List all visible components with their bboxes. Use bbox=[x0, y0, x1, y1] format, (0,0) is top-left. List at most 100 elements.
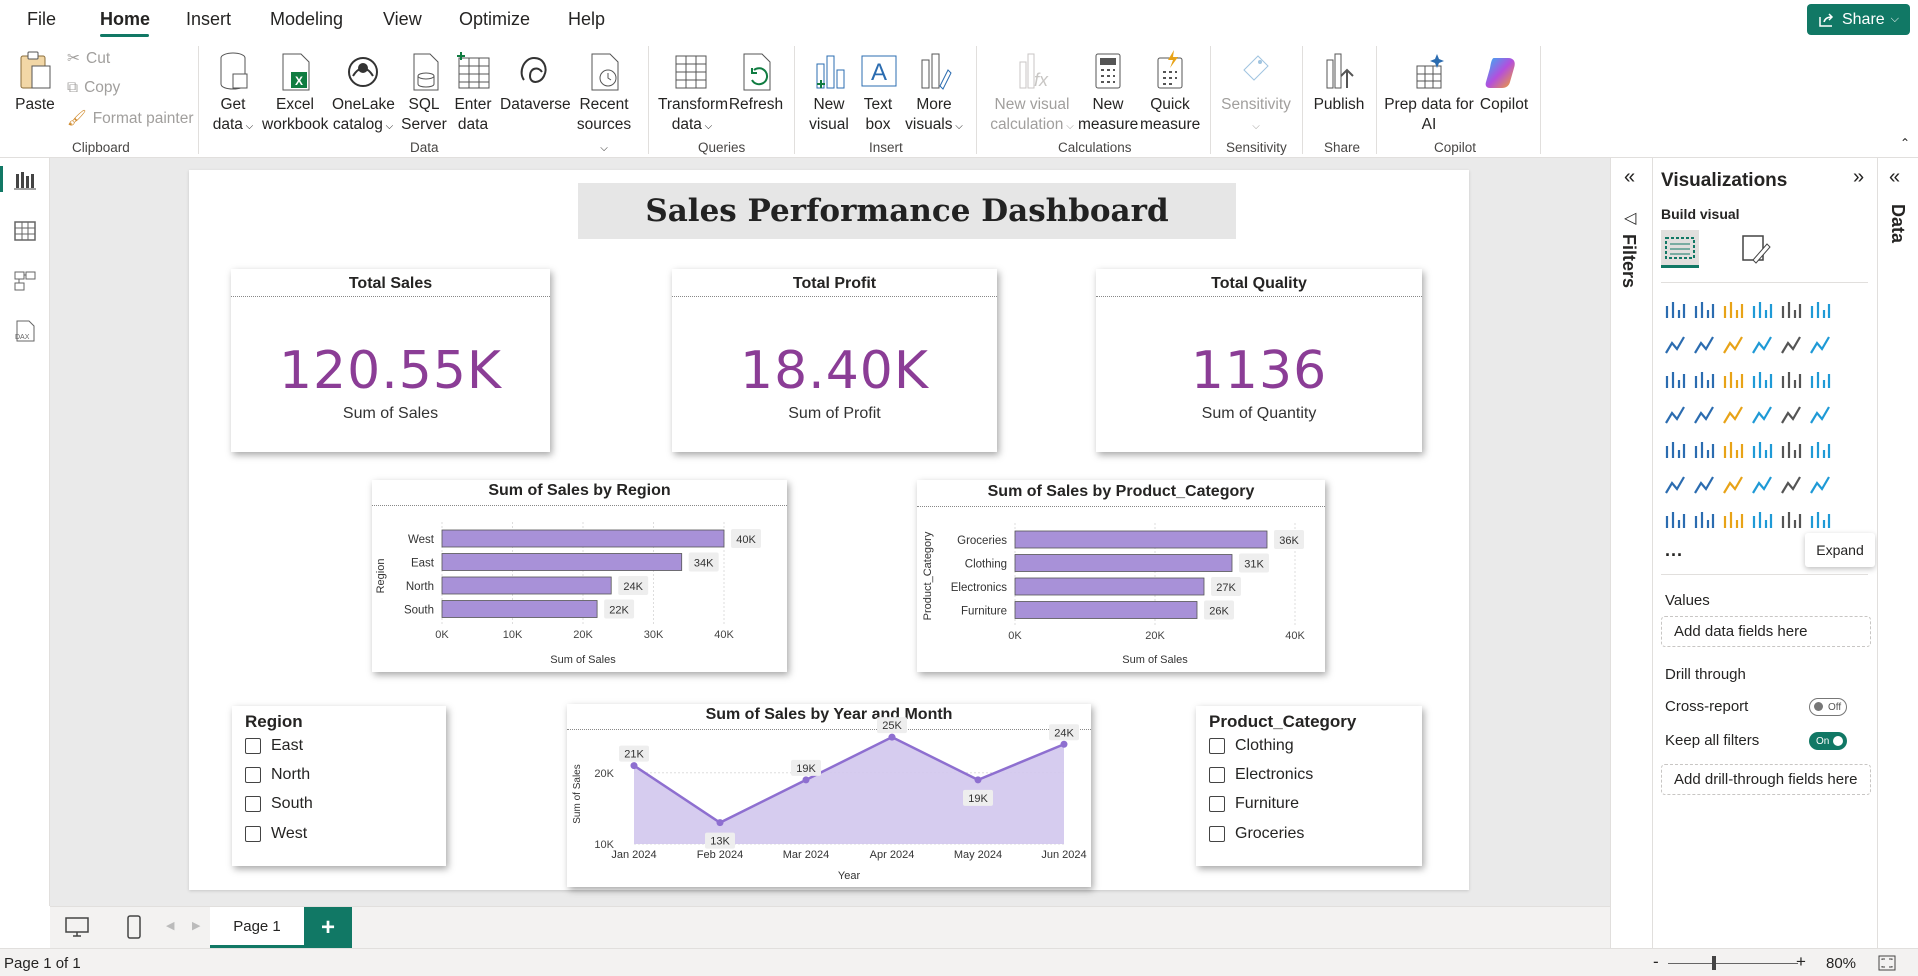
checkbox[interactable] bbox=[245, 796, 261, 812]
slicer-new-icon[interactable] bbox=[1721, 508, 1745, 532]
prep-data-for-ai-button[interactable]: Prep data for AI bbox=[1384, 50, 1474, 135]
slicer-product-category[interactable]: Product_Category Clothing Electronics Fu… bbox=[1196, 706, 1422, 866]
slicer-option[interactable]: Clothing bbox=[1209, 737, 1294, 755]
goals-icon[interactable] bbox=[1808, 473, 1832, 497]
publish-button[interactable]: Publish bbox=[1310, 50, 1368, 115]
checkbox[interactable] bbox=[1209, 738, 1225, 754]
paginated-report-icon[interactable] bbox=[1663, 508, 1687, 532]
clustered-bar-icon[interactable] bbox=[1721, 298, 1745, 322]
stacked-area-icon[interactable] bbox=[1721, 333, 1745, 357]
sql-server-button[interactable]: SQL Server bbox=[400, 50, 448, 135]
format-visual-icon[interactable] bbox=[1739, 232, 1773, 266]
menu-home[interactable]: Home bbox=[100, 9, 150, 30]
treemap-icon[interactable] bbox=[1663, 403, 1687, 427]
checkbox[interactable] bbox=[1209, 796, 1225, 812]
gauge-icon[interactable] bbox=[1779, 403, 1803, 427]
slicer-icon[interactable] bbox=[1721, 438, 1745, 462]
slicer-option[interactable]: West bbox=[245, 825, 307, 843]
area-icon[interactable] bbox=[1692, 333, 1716, 357]
power-automate-icon[interactable] bbox=[1779, 508, 1803, 532]
menu-modeling[interactable]: Modeling bbox=[270, 9, 343, 30]
more-visuals-ellipsis[interactable]: ... bbox=[1665, 540, 1683, 561]
format-painter-button[interactable]: 🖌 Format painter bbox=[67, 109, 193, 128]
line-column-icon[interactable] bbox=[1779, 333, 1803, 357]
transform-data-button[interactable]: Transform data ⌵ bbox=[658, 50, 728, 137]
paste-button[interactable]: Paste bbox=[12, 50, 58, 115]
kpi-card-total-quantity[interactable]: Total Quality 1136 Sum of Quantity bbox=[1096, 269, 1422, 452]
slicer-option[interactable]: North bbox=[245, 766, 310, 784]
r-visual-icon[interactable] bbox=[1808, 438, 1832, 462]
onelake-catalog-button[interactable]: OneLake catalog ⌵ bbox=[332, 50, 395, 137]
enter-data-button[interactable]: Enter data bbox=[450, 50, 496, 135]
new-visual-button[interactable]: New visual bbox=[804, 50, 854, 135]
menu-insert[interactable]: Insert bbox=[186, 9, 231, 30]
ribbon-icon[interactable] bbox=[1663, 368, 1687, 392]
multi-row-card-icon[interactable] bbox=[1663, 438, 1687, 462]
azure-map-icon[interactable] bbox=[1750, 403, 1774, 427]
more-icon[interactable] bbox=[1808, 508, 1832, 532]
text-box-button[interactable]: A Text box bbox=[856, 50, 900, 135]
menu-optimize[interactable]: Optimize bbox=[459, 9, 530, 30]
mobile-layout-icon[interactable] bbox=[124, 914, 144, 940]
model-view-icon[interactable] bbox=[12, 268, 38, 294]
slicer-option[interactable]: South bbox=[245, 795, 313, 813]
build-visual-tab[interactable] bbox=[1661, 230, 1699, 268]
more-visuals-button[interactable]: More visuals ⌵ bbox=[904, 50, 964, 137]
slicer-region[interactable]: Region East North South West bbox=[232, 706, 446, 866]
funnel-icon[interactable] bbox=[1721, 368, 1745, 392]
expand-filters-icon[interactable]: « bbox=[1624, 166, 1635, 189]
qa-icon[interactable] bbox=[1750, 473, 1774, 497]
desktop-layout-icon[interactable] bbox=[64, 915, 90, 939]
keep-all-filters-toggle[interactable]: On bbox=[1809, 732, 1847, 750]
kpi-card-total-profit[interactable]: Total Profit 18.40K Sum of Profit bbox=[672, 269, 997, 452]
checkbox[interactable] bbox=[245, 826, 261, 842]
scatter-icon[interactable] bbox=[1750, 368, 1774, 392]
zoom-out-button[interactable]: - bbox=[1653, 952, 1659, 972]
stacked-column-icon[interactable] bbox=[1692, 298, 1716, 322]
new-measure-button[interactable]: New measure bbox=[1078, 50, 1138, 135]
copilot-button[interactable]: Copilot bbox=[1474, 50, 1534, 115]
narrative-icon[interactable] bbox=[1779, 473, 1803, 497]
zoom-slider-track[interactable] bbox=[1668, 963, 1798, 964]
kpi-card-total-sales[interactable]: Total Sales 120.55K Sum of Sales bbox=[231, 269, 550, 452]
100-area-icon[interactable] bbox=[1750, 333, 1774, 357]
tab-page-1[interactable]: Page 1 bbox=[210, 907, 304, 948]
fit-to-page-icon[interactable] bbox=[1878, 955, 1896, 971]
previous-page-icon[interactable]: ◀ bbox=[166, 919, 174, 932]
collapse-ribbon-icon[interactable]: ⌃ bbox=[1900, 136, 1910, 150]
power-apps-icon[interactable] bbox=[1750, 508, 1774, 532]
filled-map-icon[interactable] bbox=[1721, 403, 1745, 427]
slicer-option[interactable]: Groceries bbox=[1209, 825, 1304, 843]
zoom-in-button[interactable]: + bbox=[1796, 952, 1806, 972]
slicer-option[interactable]: East bbox=[245, 737, 303, 755]
chart-sales-by-month[interactable]: Sum of Sales by Year and Month 10K 20K 21K… bbox=[567, 704, 1091, 887]
data-pane-collapsed[interactable]: « Data bbox=[1877, 158, 1918, 948]
chart-sales-by-category[interactable]: Sum of Sales by Product_Category 0K 20K 40… bbox=[917, 480, 1325, 672]
dax-query-view-icon[interactable]: DAX bbox=[12, 318, 38, 344]
sensitivity-button[interactable]: Sensitivity ⌵ bbox=[1218, 50, 1294, 137]
menu-view[interactable]: View bbox=[383, 9, 422, 30]
slicer-option[interactable]: Furniture bbox=[1209, 795, 1299, 813]
kpi-icon[interactable] bbox=[1692, 438, 1716, 462]
excel-workbook-button[interactable]: X Excel workbook bbox=[262, 50, 328, 135]
next-page-icon[interactable]: ▶ bbox=[192, 919, 200, 932]
clustered-column-icon[interactable] bbox=[1750, 298, 1774, 322]
100-stacked-column-icon[interactable] bbox=[1808, 298, 1832, 322]
slicer-option[interactable]: Electronics bbox=[1209, 766, 1313, 784]
line-icon[interactable] bbox=[1663, 333, 1687, 357]
new-visual-calculation-button[interactable]: fx New visual calculation ⌵ bbox=[986, 50, 1078, 137]
card-new-icon[interactable] bbox=[1692, 508, 1716, 532]
stacked-bar-icon[interactable] bbox=[1663, 298, 1687, 322]
table-icon[interactable] bbox=[1750, 438, 1774, 462]
recent-sources-button[interactable]: Recent sources ⌵ bbox=[574, 50, 634, 159]
quick-measure-button[interactable]: Quick measure bbox=[1140, 50, 1200, 135]
menu-file[interactable]: File bbox=[27, 9, 56, 30]
checkbox[interactable] bbox=[245, 767, 261, 783]
menu-help[interactable]: Help bbox=[568, 9, 605, 30]
filters-pane-collapsed[interactable]: « ◁ Filters bbox=[1610, 158, 1652, 948]
zoom-slider-thumb[interactable] bbox=[1712, 956, 1716, 970]
copy-button[interactable]: ⧉ Copy bbox=[67, 79, 120, 97]
cross-report-toggle[interactable]: Off bbox=[1809, 698, 1847, 716]
pie-icon[interactable] bbox=[1779, 368, 1803, 392]
100-stacked-bar-icon[interactable] bbox=[1779, 298, 1803, 322]
